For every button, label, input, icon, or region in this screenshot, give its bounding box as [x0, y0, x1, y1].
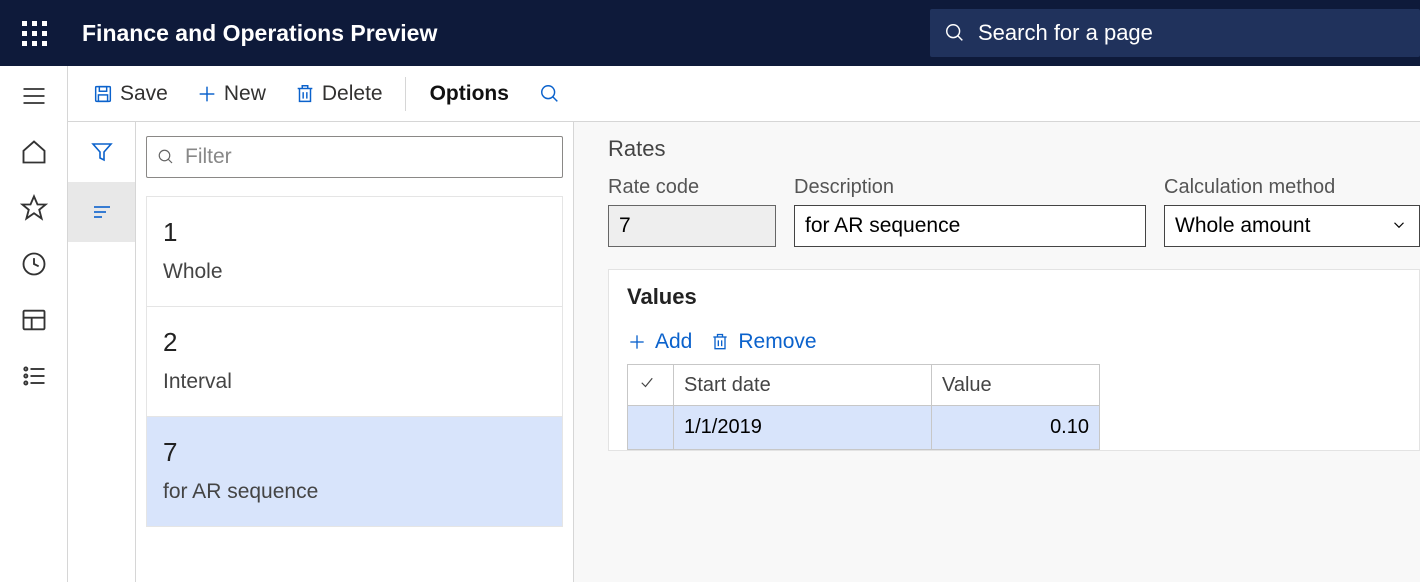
filter-column — [68, 122, 136, 582]
recent-icon[interactable] — [20, 250, 48, 278]
value-cell[interactable]: 0.10 — [932, 406, 1100, 450]
remove-button[interactable]: Remove — [710, 330, 816, 354]
app-launcher-icon[interactable] — [0, 21, 68, 45]
list-item-desc: Interval — [163, 370, 546, 394]
list-item[interactable]: 1 Whole — [147, 197, 562, 307]
add-label: Add — [655, 330, 692, 354]
values-grid: Start date Value 1/1/2019 0.10 — [627, 364, 1100, 450]
values-title: Values — [609, 270, 1419, 324]
global-search-input[interactable] — [978, 20, 1398, 46]
list-filter-input-wrap[interactable] — [146, 136, 563, 178]
save-button[interactable]: Save — [82, 78, 178, 110]
section-title-rates: Rates — [608, 136, 1420, 162]
options-button[interactable]: Options — [418, 82, 521, 106]
list-item[interactable]: 2 Interval — [147, 307, 562, 417]
workspaces-icon[interactable] — [20, 306, 48, 334]
calc-method-select[interactable] — [1164, 205, 1420, 247]
value-header[interactable]: Value — [932, 365, 1100, 406]
action-toolbar: Save New Delete Options — [68, 66, 1420, 122]
detail-panel: Rates Rate code Description Calculation … — [574, 122, 1420, 582]
list-item[interactable]: 7 for AR sequence — [147, 417, 562, 526]
modules-icon[interactable] — [20, 362, 48, 390]
start-date-cell[interactable]: 1/1/2019 — [674, 406, 932, 450]
filter-funnel-button[interactable] — [68, 122, 135, 182]
list-item-code: 2 — [163, 327, 546, 358]
new-button[interactable]: New — [186, 78, 276, 110]
save-label: Save — [120, 82, 168, 106]
remove-label: Remove — [738, 330, 816, 354]
plus-icon — [196, 83, 218, 105]
save-icon — [92, 83, 114, 105]
list-panel: 1 Whole 2 Interval 7 for AR sequence — [136, 122, 574, 582]
left-nav-rail — [0, 66, 68, 582]
rate-code-label: Rate code — [608, 176, 776, 199]
calc-method-label: Calculation method — [1164, 176, 1420, 199]
home-icon[interactable] — [20, 138, 48, 166]
table-row[interactable]: 1/1/2019 0.10 — [628, 406, 1100, 450]
filter-sort-button[interactable] — [68, 182, 135, 242]
app-title: Finance and Operations Preview — [82, 20, 437, 47]
list-item-code: 7 — [163, 437, 546, 468]
rate-code-input[interactable] — [608, 205, 776, 247]
description-input[interactable] — [794, 205, 1146, 247]
trash-icon — [294, 83, 316, 105]
list-item-code: 1 — [163, 217, 546, 248]
list-items: 1 Whole 2 Interval 7 for AR sequence — [146, 196, 563, 527]
select-all-header[interactable] — [628, 365, 674, 406]
toolbar-search-button[interactable] — [529, 79, 571, 109]
check-icon — [638, 373, 656, 391]
row-select-cell[interactable] — [628, 406, 674, 450]
start-date-header[interactable]: Start date — [674, 365, 932, 406]
values-panel: Values Add Remove — [608, 269, 1420, 451]
add-button[interactable]: Add — [627, 330, 692, 354]
favorites-icon[interactable] — [20, 194, 48, 222]
description-label: Description — [794, 176, 1146, 199]
global-search[interactable] — [930, 9, 1420, 57]
list-item-desc: for AR sequence — [163, 480, 546, 504]
list-filter-input[interactable] — [185, 145, 552, 169]
search-icon — [539, 83, 561, 105]
list-item-desc: Whole — [163, 260, 546, 284]
sort-lines-icon — [90, 200, 114, 224]
delete-label: Delete — [322, 82, 383, 106]
hamburger-icon[interactable] — [20, 82, 48, 110]
plus-icon — [627, 332, 647, 352]
search-icon — [157, 148, 175, 166]
toolbar-divider — [405, 77, 406, 111]
top-header: Finance and Operations Preview — [0, 0, 1420, 66]
search-icon — [944, 22, 966, 44]
new-label: New — [224, 82, 266, 106]
trash-icon — [710, 332, 730, 352]
delete-button[interactable]: Delete — [284, 78, 393, 110]
options-label: Options — [430, 82, 509, 106]
funnel-icon — [90, 140, 114, 164]
